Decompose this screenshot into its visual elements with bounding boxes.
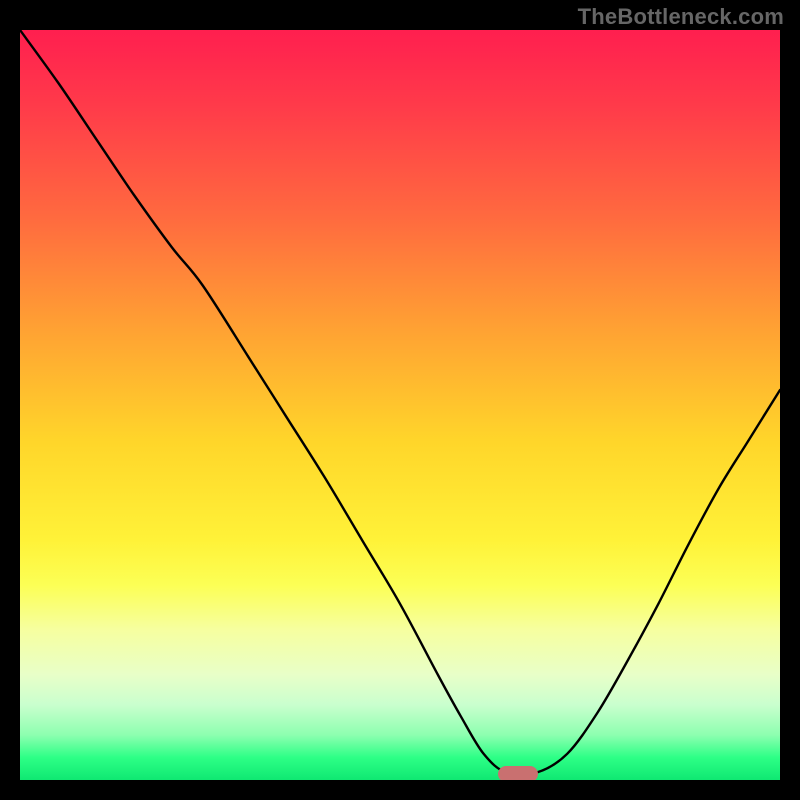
chart-frame: TheBottleneck.com <box>0 0 800 800</box>
watermark-label: TheBottleneck.com <box>578 4 784 30</box>
plot-area <box>20 30 780 780</box>
optimal-marker <box>498 766 538 780</box>
gradient-rect <box>20 30 780 780</box>
curve-layer <box>20 30 780 780</box>
